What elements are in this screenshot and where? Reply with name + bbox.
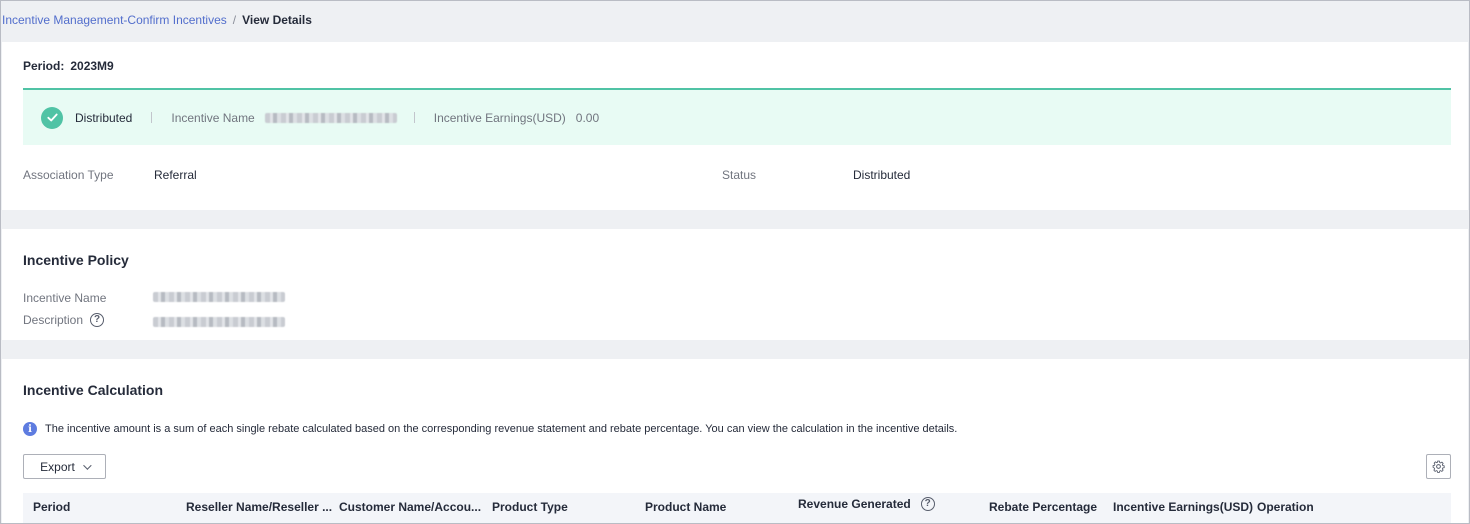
- banner-incentive-name-redacted: [264, 112, 397, 123]
- gear-icon: [1432, 460, 1445, 473]
- table-header: Period Reseller Name/Reseller ... Custom…: [23, 493, 1451, 523]
- policy-card: Incentive Policy Incentive Name Descript…: [2, 229, 1468, 340]
- column-header-customer-name[interactable]: Customer Name/Accou...: [339, 500, 481, 514]
- association-type-label: Association Type: [23, 168, 114, 182]
- column-header-rebate-percentage[interactable]: Rebate Percentage: [989, 500, 1097, 514]
- column-header-revenue-generated[interactable]: Revenue Generated: [798, 497, 911, 511]
- page-frame: Incentive Management-Confirm Incentives …: [0, 0, 1470, 524]
- breadcrumb: Incentive Management-Confirm Incentives …: [2, 12, 312, 28]
- summary-card: Period: 2023M9 Distributed Incentive Name…: [2, 42, 1468, 210]
- policy-title: Incentive Policy: [23, 252, 129, 268]
- banner-status: Distributed: [75, 110, 133, 125]
- status-label: Status: [722, 168, 757, 182]
- breadcrumb-link-confirm-incentives[interactable]: Incentive Management-Confirm Incentives: [2, 13, 227, 27]
- help-icon[interactable]: ?: [90, 313, 105, 327]
- status-value: Distributed: [853, 168, 911, 182]
- calculation-title: Incentive Calculation: [23, 382, 164, 398]
- export-button[interactable]: Export: [23, 454, 106, 479]
- export-label: Export: [40, 459, 75, 474]
- info-message: i The incentive amount is a sum of each …: [23, 422, 957, 436]
- breadcrumb-current: View Details: [242, 13, 312, 27]
- column-header-product-name[interactable]: Product Name: [645, 500, 726, 514]
- check-circle-icon: [41, 106, 63, 129]
- period-row: Period: 2023M9: [23, 59, 114, 73]
- column-header-period[interactable]: Period: [33, 500, 70, 514]
- banner-earnings-value: 0.00: [575, 110, 600, 125]
- column-header-product-type[interactable]: Product Type: [492, 500, 568, 514]
- info-icon: i: [23, 422, 37, 436]
- banner-incentive-name-label: Incentive Name: [171, 110, 255, 125]
- calculation-card: Incentive Calculation i The incentive am…: [2, 359, 1468, 523]
- divider: [151, 112, 153, 123]
- policy-description-label: Description: [23, 313, 84, 327]
- table-settings-button[interactable]: [1426, 454, 1451, 479]
- column-header-incentive-earnings[interactable]: Incentive Earnings(USD): [1113, 500, 1253, 514]
- help-icon[interactable]: ?: [920, 497, 935, 511]
- policy-description-label-wrap: Description ?: [23, 313, 105, 327]
- policy-incentive-name-redacted: [153, 292, 285, 302]
- policy-description-redacted: [153, 317, 285, 327]
- info-text: The incentive amount is a sum of each si…: [45, 423, 958, 435]
- column-header-revenue-generated-wrap: Revenue Generated ?: [798, 497, 935, 511]
- divider: [413, 112, 415, 123]
- banner-earnings-label: Incentive Earnings(USD): [433, 110, 566, 125]
- policy-incentive-name-label: Incentive Name: [23, 291, 107, 305]
- period-label: Period:: [23, 59, 65, 73]
- column-header-reseller-name[interactable]: Reseller Name/Reseller ...: [186, 500, 332, 514]
- column-header-operation: Operation: [1257, 500, 1314, 514]
- breadcrumb-separator: /: [232, 13, 237, 27]
- association-type-value: Referral: [154, 168, 197, 182]
- chevron-down-icon: [83, 460, 92, 470]
- period-value: 2023M9: [70, 59, 114, 73]
- status-banner: Distributed Incentive Name Incentive Ear…: [23, 88, 1451, 145]
